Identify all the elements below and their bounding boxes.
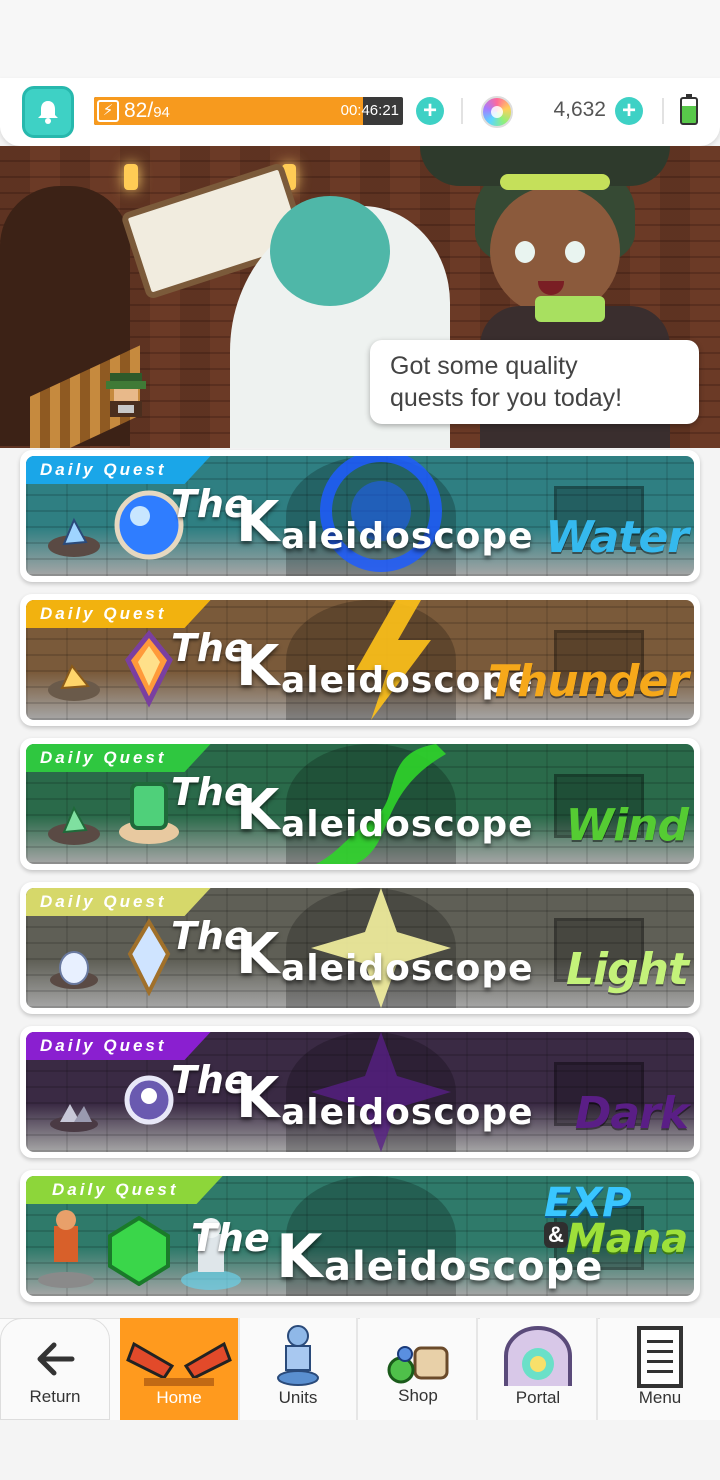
gem-count: 4,632 bbox=[553, 98, 606, 121]
nav-home[interactable]: Home bbox=[120, 1318, 240, 1420]
add-stamina-button[interactable]: + bbox=[416, 97, 444, 125]
bottom-navigation: Return Home Units Shop Portal Menu bbox=[0, 1318, 720, 1420]
ampersand-label: & bbox=[544, 1222, 568, 1248]
mana-gem-icon bbox=[108, 1216, 170, 1286]
quest-element-label: Dark bbox=[574, 1088, 689, 1139]
shop-bag-icon bbox=[387, 1346, 449, 1384]
quest-element-label: Thunder bbox=[487, 656, 689, 707]
unit-statue-icon bbox=[38, 1210, 94, 1288]
stamina-timer: 00:46:21 bbox=[340, 102, 399, 119]
nav-portal-label: Portal bbox=[515, 1388, 561, 1407]
divider bbox=[461, 98, 463, 124]
plus-icon: + bbox=[621, 97, 636, 124]
rainbow-gem-icon bbox=[481, 96, 513, 128]
nav-portal[interactable]: Portal bbox=[480, 1318, 598, 1420]
dark-ore-icon bbox=[50, 1104, 98, 1132]
speech-line-1: Got some quality bbox=[390, 352, 578, 380]
speech-line-2: quests for you today! bbox=[390, 384, 623, 412]
nav-shop-label: Shop bbox=[398, 1386, 438, 1405]
quest-card-dark[interactable]: Daily Quest The K aleidoscope Dark bbox=[20, 1026, 700, 1158]
wind-ore-icon bbox=[48, 805, 100, 845]
quest-card-exp-mana[interactable]: Daily Quest The K aleidoscope EXP & Mana bbox=[20, 1170, 700, 1302]
divider bbox=[662, 98, 664, 124]
quest-element-label: Wind bbox=[565, 800, 689, 851]
status-bar-area bbox=[0, 0, 720, 80]
arrow-left-icon bbox=[37, 1342, 75, 1376]
lightning-icon: ⚡ bbox=[97, 100, 119, 122]
quest-card-light[interactable]: Daily Quest The K aleidoscope Light bbox=[20, 882, 700, 1014]
daily-quest-ribbon: Daily Quest bbox=[26, 1032, 211, 1060]
nav-return[interactable]: Return bbox=[0, 1318, 110, 1420]
nav-home-label: Home bbox=[156, 1388, 202, 1407]
quest-title-rest: aleidoscope bbox=[281, 516, 534, 557]
hero-banner: Got some quality quests for you today! bbox=[0, 146, 720, 448]
nav-menu[interactable]: Menu bbox=[600, 1318, 720, 1420]
quest-element-label: Water bbox=[545, 512, 689, 563]
plus-icon: + bbox=[422, 97, 437, 124]
quest-card-water[interactable]: Daily Quest The K aleidoscope Water bbox=[20, 450, 700, 582]
mana-label: Mana bbox=[566, 1216, 689, 1262]
daily-quest-ribbon: Daily Quest bbox=[26, 1176, 223, 1204]
lamp-icon bbox=[124, 164, 138, 190]
quest-title-k: K bbox=[236, 922, 280, 987]
quest-card-wind[interactable]: Daily Quest The K aleidoscope Wind bbox=[20, 738, 700, 870]
quest-title-the: The bbox=[191, 1216, 270, 1260]
quest-screen: ⚡ 82/94 00:46:21 + 4,632 + Got some qual… bbox=[0, 0, 720, 1480]
add-gems-button[interactable]: + bbox=[615, 97, 643, 125]
home-pinwheel-icon bbox=[126, 1341, 232, 1386]
quest-card-thunder[interactable]: Daily Quest The K aleidoscope Thunder bbox=[20, 594, 700, 726]
quest-title-rest: aleidoscope bbox=[324, 1244, 604, 1290]
battery-icon bbox=[680, 94, 698, 125]
daily-quest-ribbon: Daily Quest bbox=[26, 888, 211, 916]
menu-list-icon bbox=[637, 1326, 683, 1388]
quest-title-rest: aleidoscope bbox=[281, 804, 534, 845]
thunder-ore-icon bbox=[48, 664, 100, 701]
portal-gate-icon bbox=[504, 1326, 572, 1386]
quest-title-rest: aleidoscope bbox=[281, 948, 534, 989]
daily-quest-ribbon: Daily Quest bbox=[26, 600, 211, 628]
quest-title-k: K bbox=[236, 1066, 280, 1131]
quest-title-k: K bbox=[236, 634, 280, 699]
nav-menu-label: Menu bbox=[638, 1388, 682, 1407]
nav-units[interactable]: Units bbox=[240, 1318, 358, 1420]
quest-element-label: Light bbox=[566, 944, 689, 995]
light-ore-icon bbox=[50, 951, 98, 989]
daily-quest-ribbon: Daily Quest bbox=[26, 456, 211, 484]
nav-units-label: Units bbox=[278, 1388, 318, 1407]
speech-bubble: Got some quality quests for you today! bbox=[370, 340, 699, 424]
stamina-value: 82/94 bbox=[124, 99, 170, 122]
pixel-hero-sprite bbox=[106, 373, 146, 417]
bottom-spacer bbox=[0, 1420, 720, 1480]
quest-title-k: K bbox=[236, 490, 280, 555]
quest-title-k: K bbox=[236, 778, 280, 843]
stamina-bar: ⚡ 82/94 00:46:21 bbox=[94, 97, 403, 125]
unit-figure-icon bbox=[277, 1325, 319, 1386]
notifications-button[interactable] bbox=[22, 86, 74, 138]
nav-return-label: Return bbox=[29, 1387, 81, 1406]
quest-title-k: K bbox=[276, 1222, 323, 1292]
nav-shop[interactable]: Shop bbox=[360, 1318, 478, 1420]
quest-title-rest: aleidoscope bbox=[281, 1092, 534, 1133]
water-ore-icon bbox=[48, 517, 100, 557]
bell-icon bbox=[38, 101, 58, 124]
daily-quest-ribbon: Daily Quest bbox=[26, 744, 211, 772]
